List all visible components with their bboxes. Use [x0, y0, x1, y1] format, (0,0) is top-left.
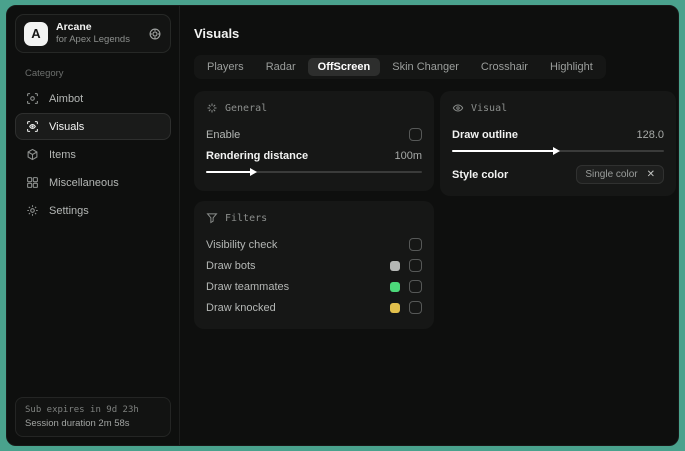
eye-scan-icon — [26, 120, 39, 133]
rendering-distance-row: Rendering distance 100m — [206, 145, 422, 166]
slider-fill — [452, 150, 554, 152]
page-title: Visuals — [194, 26, 240, 41]
filters-panel-title: Filters — [225, 212, 268, 224]
sidebar: A Arcane for Apex Legends Category Aimbo — [7, 6, 180, 445]
desktop: { "backdrop_color": "#4aa28d", "sidebar"… — [0, 0, 685, 451]
draw-outline-value: 128.0 — [636, 128, 664, 141]
sidebar-item-label: Settings — [49, 204, 89, 217]
tab-highlight[interactable]: Highlight — [540, 58, 603, 76]
tab-offscreen[interactable]: OffScreen — [307, 58, 381, 76]
brand-subtitle: for Apex Legends — [56, 34, 130, 46]
visual-panel: Visual Draw outline 128.0 Style color Si… — [440, 91, 676, 196]
slider-fill — [206, 171, 252, 173]
sidebar-item-miscellaneous[interactable]: Miscellaneous — [15, 169, 171, 196]
draw-bots-color-swatch[interactable] — [390, 260, 400, 271]
brand-name: Arcane — [56, 21, 92, 33]
sparkle-icon — [206, 102, 218, 114]
visibility-check-row: Visibility check — [206, 234, 422, 255]
funnel-icon — [206, 212, 218, 224]
sidebar-item-visuals[interactable]: Visuals — [15, 113, 171, 140]
style-color-value: Single color — [585, 169, 638, 180]
brand-logo: A — [24, 21, 48, 46]
tab-skin-changer[interactable]: Skin Changer — [382, 58, 469, 76]
grid-icon — [26, 176, 39, 189]
main-content: Visuals Players Radar OffScreen Skin Cha… — [180, 6, 678, 445]
enable-row: Enable — [206, 124, 422, 145]
subscription-card: Sub expires in 9d 23h Session duration 2… — [15, 397, 171, 437]
tab-players[interactable]: Players — [197, 58, 254, 76]
panel-columns: General Enable Rendering distance 100m F… — [194, 91, 676, 339]
tab-crosshair[interactable]: Crosshair — [471, 58, 538, 76]
draw-teammates-label: Draw teammates — [206, 280, 290, 293]
sidebar-item-aimbot[interactable]: Aimbot — [15, 85, 171, 112]
draw-bots-checkbox[interactable] — [409, 259, 422, 272]
right-column: Visual Draw outline 128.0 Style color Si… — [440, 91, 676, 206]
draw-teammates-color-swatch[interactable] — [390, 281, 400, 292]
style-color-row: Style color Single color ✕ — [452, 164, 664, 185]
sidebar-item-settings[interactable]: Settings — [15, 197, 171, 224]
draw-outline-row: Draw outline 128.0 — [452, 124, 664, 145]
draw-bots-row: Draw bots — [206, 255, 422, 276]
sidebar-item-label: Items — [49, 148, 76, 161]
enable-checkbox[interactable] — [409, 128, 422, 141]
draw-teammates-checkbox[interactable] — [409, 280, 422, 293]
visibility-check-checkbox[interactable] — [409, 238, 422, 251]
cube-icon — [26, 148, 39, 161]
filters-panel-header: Filters — [206, 212, 422, 224]
tab-bar: Players Radar OffScreen Skin Changer Cro… — [194, 55, 606, 79]
draw-outline-slider[interactable] — [452, 146, 664, 156]
sidebar-item-items[interactable]: Items — [15, 141, 171, 168]
visibility-check-label: Visibility check — [206, 238, 278, 251]
gear-icon — [26, 204, 39, 217]
visual-panel-header: Visual — [452, 102, 664, 114]
slider-thumb[interactable] — [250, 168, 258, 176]
brand-card: A Arcane for Apex Legends — [15, 14, 171, 53]
sub-expiry-text: Sub expires in 9d 23h — [25, 405, 139, 415]
draw-teammates-row: Draw teammates — [206, 276, 422, 297]
category-label: Category — [25, 68, 64, 79]
sidebar-item-label: Miscellaneous — [49, 176, 119, 189]
support-target-icon[interactable] — [148, 27, 162, 41]
filters-panel: Filters Visibility check Draw bots Draw … — [194, 201, 434, 329]
eye-icon — [452, 102, 464, 114]
app-window: A Arcane for Apex Legends Category Aimbo — [6, 5, 679, 446]
draw-knocked-checkbox[interactable] — [409, 301, 422, 314]
slider-thumb[interactable] — [552, 147, 560, 155]
sidebar-item-label: Visuals — [49, 120, 85, 133]
general-panel-header: General — [206, 102, 422, 114]
draw-knocked-label: Draw knocked — [206, 301, 276, 314]
rendering-distance-value: 100m — [394, 149, 422, 162]
draw-bots-label: Draw bots — [206, 259, 256, 272]
enable-label: Enable — [206, 128, 241, 141]
left-column: General Enable Rendering distance 100m F… — [194, 91, 434, 339]
general-panel: General Enable Rendering distance 100m — [194, 91, 434, 191]
style-color-select[interactable]: Single color ✕ — [576, 165, 664, 184]
sidebar-item-label: Aimbot — [49, 92, 84, 105]
general-panel-title: General — [225, 102, 268, 114]
crosshair-icon — [26, 92, 39, 105]
draw-outline-label: Draw outline — [452, 128, 519, 141]
session-duration-text: Session duration 2m 58s — [25, 418, 130, 429]
draw-knocked-row: Draw knocked — [206, 297, 422, 318]
tab-radar[interactable]: Radar — [256, 58, 306, 76]
rendering-distance-slider[interactable] — [206, 167, 422, 177]
brand-text: Arcane for Apex Legends — [56, 21, 130, 46]
visual-panel-title: Visual — [471, 102, 508, 114]
rendering-distance-label: Rendering distance — [206, 149, 309, 162]
clear-icon[interactable]: ✕ — [647, 169, 655, 180]
draw-knocked-color-swatch[interactable] — [390, 302, 400, 313]
style-color-label: Style color — [452, 168, 509, 181]
